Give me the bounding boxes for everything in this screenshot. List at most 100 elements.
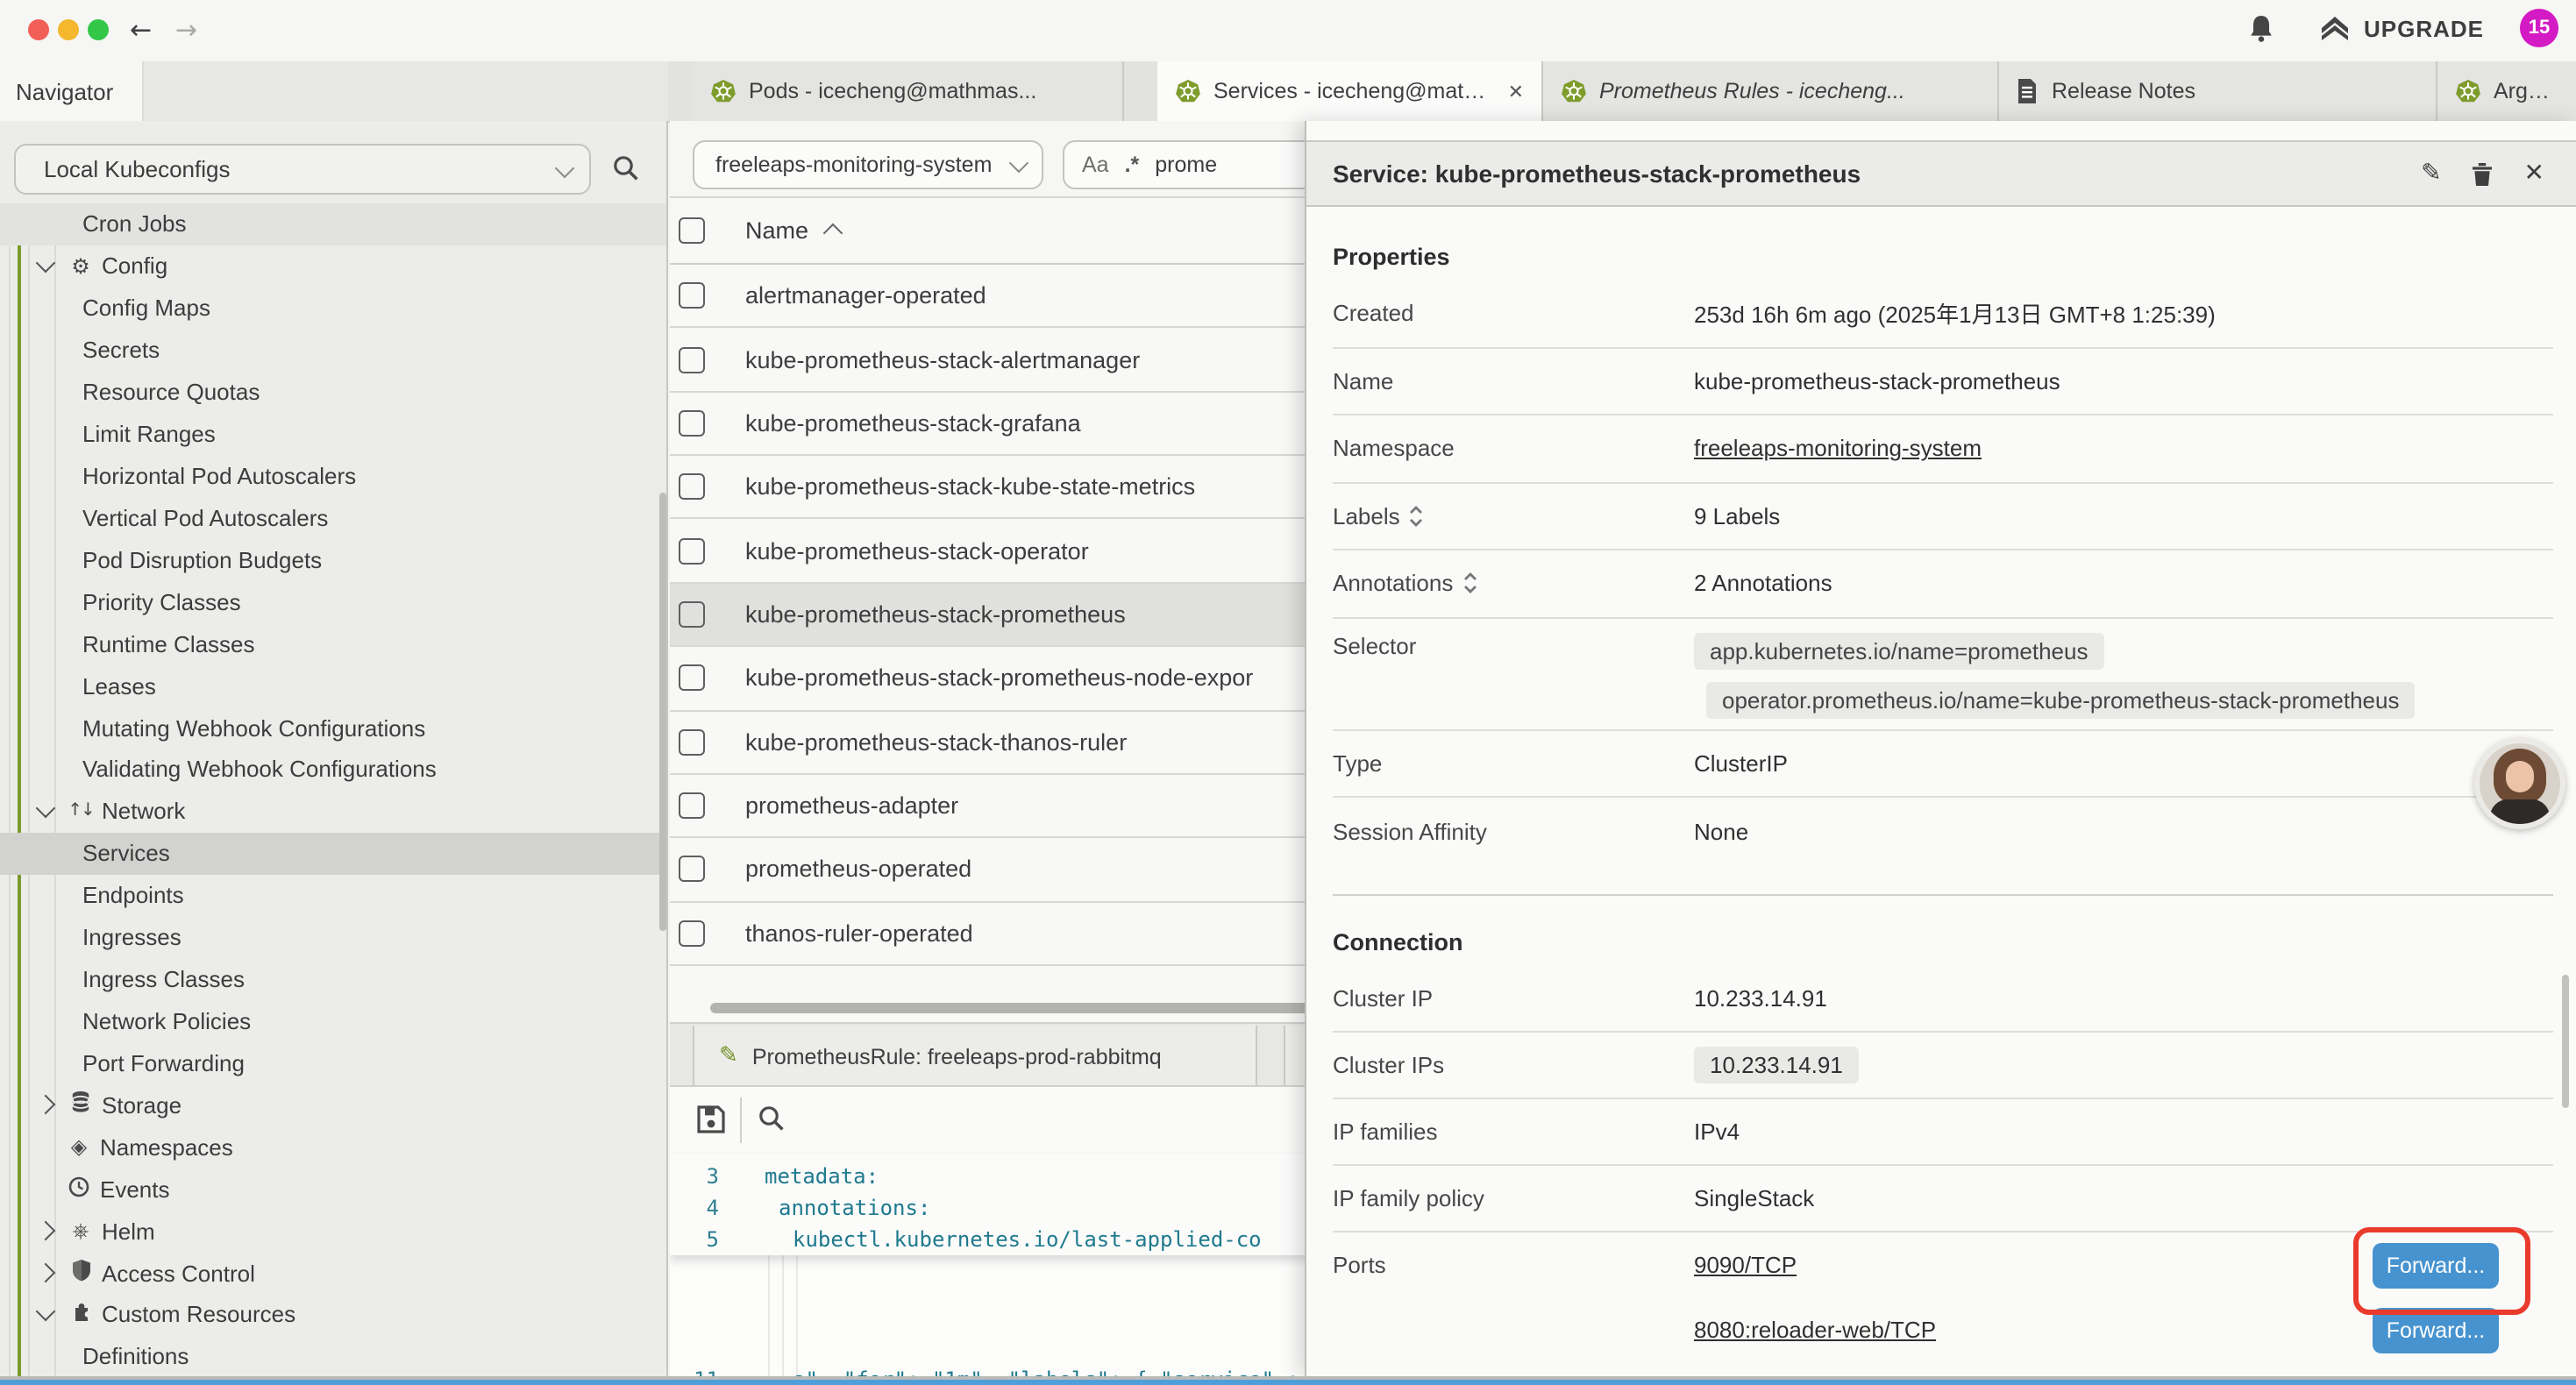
- sidebar-item-limit-ranges[interactable]: Limit Ranges: [0, 413, 666, 455]
- chevron-right-icon: [36, 1263, 56, 1283]
- chevron-down-icon: [1009, 153, 1029, 174]
- tab-label: PrometheusRule: freeleaps-prod-rabbitmq: [752, 1044, 1162, 1069]
- window-titlebar: ← → UPGRADE 15: [0, 0, 2576, 63]
- sidebar-scrollbar[interactable]: [659, 493, 666, 931]
- service-detail-drawer: Service: kube-prometheus-stack-prometheu…: [1305, 121, 2576, 1376]
- expand-collapse-icon[interactable]: [1409, 505, 1425, 528]
- row-checkbox[interactable]: [679, 792, 705, 819]
- bell-icon[interactable]: [2248, 14, 2274, 44]
- sidebar-item-cron-jobs[interactable]: Cron Jobs: [0, 203, 666, 245]
- match-case-icon[interactable]: Aa: [1082, 153, 1109, 177]
- forward-arrow-icon[interactable]: →: [175, 14, 197, 46]
- row-checkbox[interactable]: [679, 282, 705, 309]
- sort-ascending-icon[interactable]: [823, 224, 843, 244]
- property-row-ip-family-policy: IP family policy SingleStack: [1333, 1165, 2553, 1232]
- row-checkbox[interactable]: [679, 665, 705, 692]
- sidebar-item-secrets[interactable]: Secrets: [0, 330, 666, 372]
- row-checkbox[interactable]: [679, 920, 705, 947]
- sidebar-item-vertical-pod-autoscalers[interactable]: Vertical Pod Autoscalers: [0, 497, 666, 539]
- search-input[interactable]: Aa .* prome: [1063, 140, 1326, 189]
- sidebar-item-resource-quotas[interactable]: Resource Quotas: [0, 371, 666, 413]
- property-row-session-affinity: Session Affinity None: [1333, 798, 2553, 865]
- sidebar-item-pod-disruption-budgets[interactable]: Pod Disruption Budgets: [0, 539, 666, 581]
- sidebar-item-namespaces[interactable]: ◈Namespaces: [0, 1126, 666, 1168]
- sidebar-item-validating-webhook-configurations[interactable]: Validating Webhook Configurations: [0, 749, 666, 791]
- property-row-labels: Labels 9 Labels: [1333, 483, 2553, 550]
- chevron-down-icon: [36, 253, 56, 273]
- row-checkbox[interactable]: [679, 410, 705, 437]
- row-checkbox[interactable]: [679, 537, 705, 564]
- property-row-annotations: Annotations 2 Annotations: [1333, 550, 2553, 618]
- search-value: prome: [1155, 153, 1217, 177]
- sidebar-item-config[interactable]: ⚙Config: [0, 245, 666, 288]
- sidebar-item-network[interactable]: ↑↓Network: [0, 791, 666, 833]
- helm-icon: ⎈: [67, 1218, 95, 1244]
- tab-argo[interactable]: Argo Se: [2437, 61, 2576, 121]
- tab-pods[interactable]: Pods - icecheng@mathmas...: [693, 61, 1124, 121]
- tab-release-notes[interactable]: Release Notes: [1999, 61, 2437, 121]
- property-row-type: Type ClusterIP: [1333, 730, 2553, 798]
- name-column-header[interactable]: Name: [745, 217, 808, 244]
- trash-icon[interactable]: [2472, 160, 2494, 187]
- close-tab-icon[interactable]: ✕: [1508, 80, 1524, 103]
- select-all-checkbox[interactable]: [679, 217, 705, 244]
- close-icon[interactable]: ✕: [2524, 160, 2544, 188]
- minimize-window-button[interactable]: [58, 19, 79, 40]
- row-checkbox[interactable]: [679, 601, 705, 628]
- sidebar-item-port-forwarding[interactable]: Port Forwarding: [0, 1042, 666, 1084]
- save-icon[interactable]: [696, 1104, 726, 1134]
- property-row-ip-families: IP families IPv4: [1333, 1098, 2553, 1165]
- back-arrow-icon[interactable]: ←: [130, 14, 152, 46]
- avatar[interactable]: [2474, 738, 2565, 829]
- regex-icon[interactable]: .*: [1125, 153, 1140, 177]
- tab-prometheusrule-editor[interactable]: ✎ PrometheusRule: freeleaps-prod-rabbitm…: [693, 1026, 1257, 1087]
- namespace-link[interactable]: freeleaps-monitoring-system: [1694, 436, 1982, 462]
- sidebar-item-runtime-classes[interactable]: Runtime Classes: [0, 622, 666, 664]
- sidebar-item-events[interactable]: Events: [0, 1168, 666, 1210]
- property-row-selector: Selector app.kubernetes.io/name=promethe…: [1333, 618, 2553, 730]
- sidebar-item-config-maps[interactable]: Config Maps: [0, 288, 666, 330]
- maximize-window-button[interactable]: [88, 19, 109, 40]
- sidebar-item-leases[interactable]: Leases: [0, 664, 666, 707]
- tab-prometheus-rules[interactable]: Prometheus Rules - icecheng...: [1543, 61, 1999, 121]
- row-checkbox[interactable]: [679, 346, 705, 373]
- sidebar-item-network-policies[interactable]: Network Policies: [0, 1000, 666, 1042]
- upgrade-icon[interactable]: [2318, 14, 2352, 44]
- row-checkbox[interactable]: [679, 474, 705, 501]
- namespace-select[interactable]: freeleaps-monitoring-system: [693, 140, 1043, 189]
- sidebar-item-storage[interactable]: Storage: [0, 1084, 666, 1126]
- sidebar-item-custom-resources[interactable]: Custom Resources: [0, 1294, 666, 1336]
- sidebar-item-horizontal-pod-autoscalers[interactable]: Horizontal Pod Autoscalers: [0, 455, 666, 497]
- drawer-scrollbar[interactable]: [2562, 975, 2569, 1108]
- upgrade-button[interactable]: UPGRADE: [2364, 16, 2484, 42]
- sidebar-item-access-control[interactable]: Access Control: [0, 1252, 666, 1294]
- sidebar-item-priority-classes[interactable]: Priority Classes: [0, 581, 666, 623]
- sidebar-item-definitions[interactable]: Definitions: [0, 1336, 666, 1376]
- close-window-button[interactable]: [28, 19, 49, 40]
- sidebar-item-mutating-webhook-configurations[interactable]: Mutating Webhook Configurations: [0, 707, 666, 749]
- sidebar-item-services[interactable]: Services: [0, 833, 666, 875]
- sidebar-item-ingress-classes[interactable]: Ingress Classes: [0, 958, 666, 1000]
- editor-search-icon[interactable]: [758, 1104, 786, 1133]
- edit-icon[interactable]: ✎: [2421, 160, 2441, 188]
- row-checkbox[interactable]: [679, 856, 705, 883]
- notification-badge[interactable]: 15: [2520, 9, 2558, 47]
- tab-label: Argo Se: [2494, 79, 2558, 103]
- tab-services[interactable]: Services - icecheng@math... ✕: [1157, 61, 1543, 121]
- expand-collapse-icon[interactable]: [1462, 572, 1477, 595]
- drawer-body: Properties Created 253d 16h 6m ago (2025…: [1306, 207, 2576, 1376]
- gear-icon: ⚙: [67, 254, 95, 279]
- sidebar-item-helm[interactable]: ⎈Helm: [0, 1210, 666, 1252]
- kubeconfig-select[interactable]: Local Kubeconfigs: [14, 144, 591, 195]
- edit-pencil-icon: ✎: [719, 1043, 738, 1069]
- section-connection: Connection: [1306, 895, 2576, 965]
- port-link[interactable]: 9090/TCP: [1694, 1251, 1797, 1277]
- row-checkbox[interactable]: [679, 728, 705, 755]
- chevron-down-icon: [555, 158, 575, 178]
- sidebar-item-ingresses[interactable]: Ingresses: [0, 916, 666, 958]
- navigator-panel-tab[interactable]: Navigator: [0, 61, 144, 121]
- port-link[interactable]: 8080:reloader-web/TCP: [1694, 1316, 1936, 1342]
- sidebar-item-endpoints[interactable]: Endpoints: [0, 875, 666, 917]
- sidebar-search-icon[interactable]: [612, 154, 640, 182]
- sidebar-header: Navigator: [0, 61, 668, 123]
